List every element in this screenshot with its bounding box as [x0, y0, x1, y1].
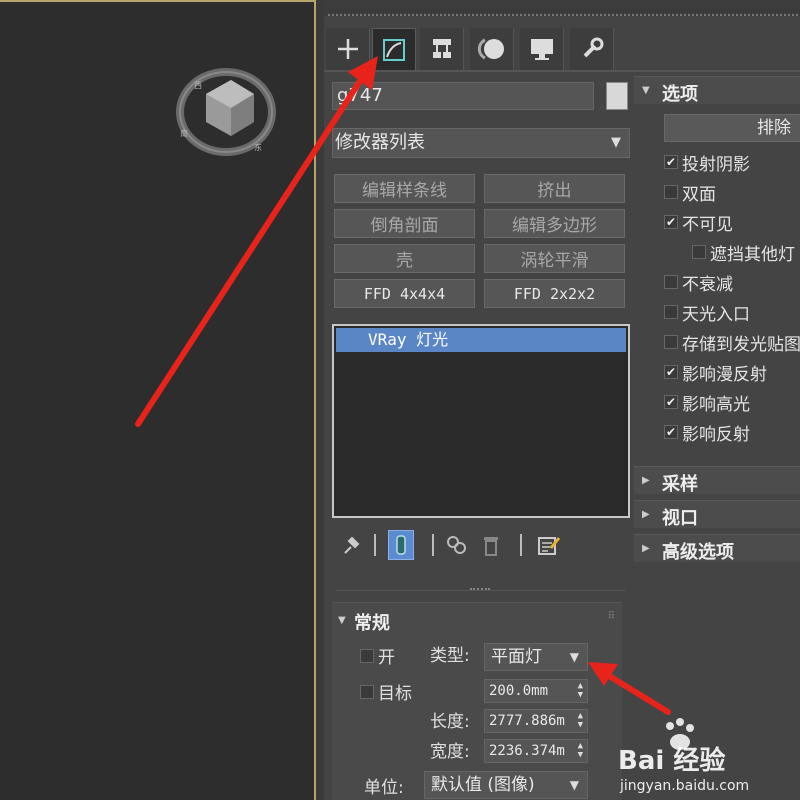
arrow-to-modify-tab [135, 75, 365, 427]
arrowhead-icon [348, 56, 378, 90]
watermark-url: jingyan.baidu.com [620, 778, 750, 794]
watermark-brand: Bai 经验 [618, 746, 726, 776]
arrow-to-type-dropdown [603, 671, 671, 715]
arrowhead-icon [588, 662, 618, 686]
baidu-watermark: Bai 经验 jingyan.baidu.com [618, 716, 798, 800]
annotation-arrows [135, 56, 671, 715]
